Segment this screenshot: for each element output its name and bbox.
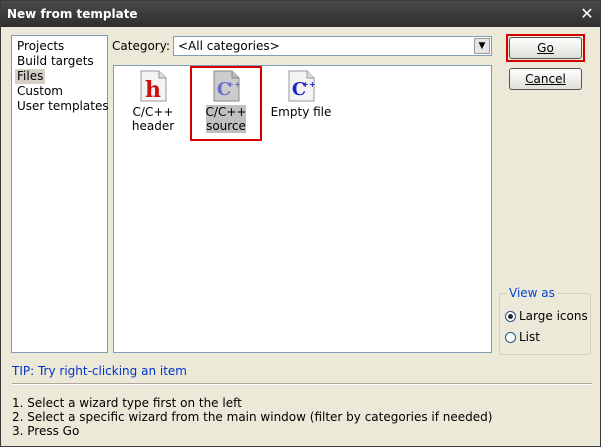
cancel-button[interactable]: Cancel xyxy=(509,68,582,90)
list-item-projects[interactable]: Projects xyxy=(15,39,107,54)
list-item-custom[interactable]: Custom xyxy=(15,84,107,99)
instruction-line: 1. Select a wizard type first on the lef… xyxy=(12,396,242,410)
go-button[interactable]: Go xyxy=(509,37,582,59)
large-icons-radio[interactable]: Large icons xyxy=(505,308,588,324)
chevron-down-icon[interactable]: ▼ xyxy=(474,38,490,54)
close-icon[interactable]: ✕ xyxy=(578,5,596,23)
tip-text: TIP: Try right-clicking an item xyxy=(12,364,187,378)
category-value: <All categories> xyxy=(178,39,280,53)
category-label: Category: xyxy=(112,39,170,53)
cpp-source-file-icon: C ++ xyxy=(210,70,242,102)
wizard-label-line1: C/C++ xyxy=(205,105,247,119)
category-select[interactable]: <All categories> ▼ xyxy=(173,36,492,56)
wizard-type-list: Projects Build targets Files Custom User… xyxy=(11,35,109,353)
title-bar: New from template ✕ xyxy=(1,1,600,27)
instruction-line: 3. Press Go xyxy=(12,424,80,438)
divider xyxy=(12,383,592,385)
wizard-label-line1: C/C++ xyxy=(132,105,174,119)
instruction-line: 2. Select a specific wizard from the mai… xyxy=(12,410,493,424)
list-item-user-templates[interactable]: User templates xyxy=(15,99,109,114)
svg-text:++: ++ xyxy=(227,80,240,89)
wizard-label-line2: header xyxy=(131,119,175,133)
wizard-c-cpp-source[interactable]: C ++ C/C++ source xyxy=(191,70,261,133)
list-radio[interactable]: List xyxy=(505,329,540,345)
instructions: 1. Select a wizard type first on the lef… xyxy=(12,396,492,438)
wizard-label-line1: Empty file xyxy=(270,105,332,119)
view-as-group xyxy=(499,293,591,355)
wizard-label-line2: source xyxy=(206,119,246,133)
empty-file-icon: C ++ xyxy=(285,70,317,102)
wizard-c-cpp-header[interactable]: h C/C++ header xyxy=(118,70,188,133)
h-header-file-icon: h xyxy=(137,70,169,102)
svg-text:h: h xyxy=(145,77,161,102)
list-item-build-targets[interactable]: Build targets xyxy=(15,54,107,69)
view-as-label: View as xyxy=(507,286,557,300)
wizard-empty-file[interactable]: C ++ Empty file xyxy=(266,70,336,119)
wizard-area: h C/C++ header C ++ C/C++ source C ++ Em… xyxy=(113,65,492,353)
dialog-title: New from template xyxy=(7,7,138,21)
radio-checked-icon[interactable] xyxy=(505,311,516,322)
new-from-template-dialog: New from template ✕ Projects Build targe… xyxy=(0,0,601,447)
svg-text:++: ++ xyxy=(302,80,315,89)
list-item-files[interactable]: Files xyxy=(15,69,46,84)
radio-unchecked-icon[interactable] xyxy=(505,332,516,343)
